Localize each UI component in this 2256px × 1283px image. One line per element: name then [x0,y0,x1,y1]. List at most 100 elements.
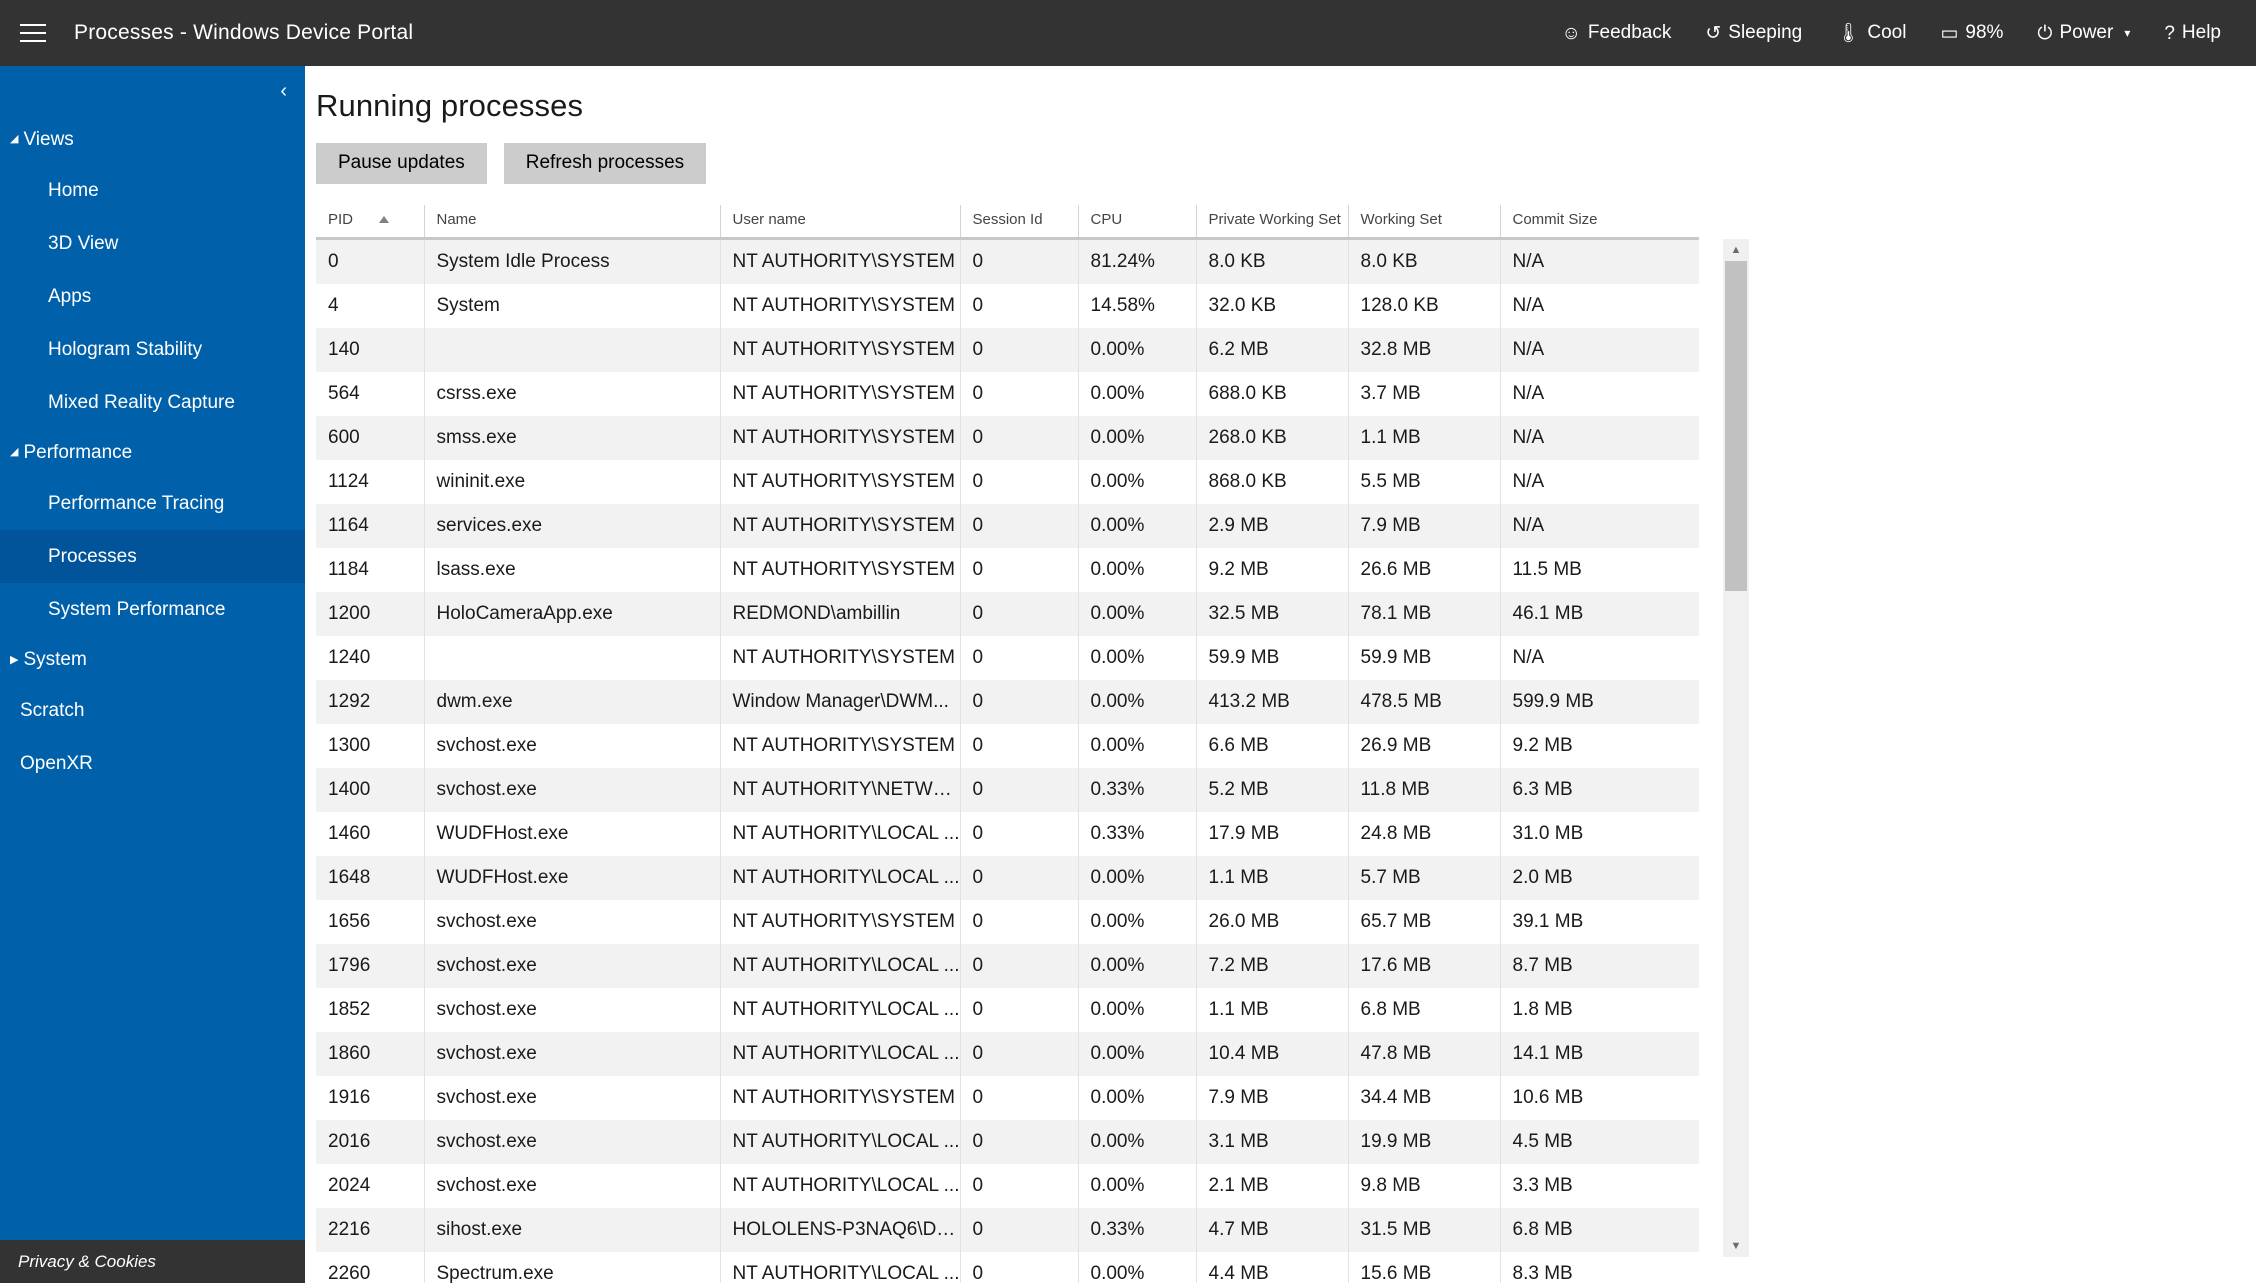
column-header-user-name[interactable]: User name [720,204,961,239]
feedback-label: Feedback [1587,22,1672,43]
table-row[interactable]: 2024 svchost.exe NT AUTHORITY\LOCAL ... 0 0.… [316,1163,1699,1208]
cell-ws: 47.8 MB [1348,1031,1501,1076]
cell-ws: 6.8 MB [1348,987,1501,1032]
battery-label: 98% [1965,22,2004,43]
table-row[interactable]: 1240 NT AUTHORITY\SYSTEM 0 0.00% 59.9 MB 59.9… [316,635,1699,680]
top-app-bar: Processes - Windows Device Portal ☺ Feed… [0,0,2256,66]
cell-user: NT AUTHORITY\SYSTEM [720,723,961,768]
table-row[interactable]: 1184 lsass.exe NT AUTHORITY\SYSTEM 0 0.00% 9.… [316,547,1699,592]
table-vertical-scrollbar[interactable]: ▲ ▼ [1723,238,1749,1257]
table-row[interactable]: 0 System Idle Process NT AUTHORITY\SYSTEM 0… [316,238,1699,284]
cell-pid: 1460 [316,811,425,856]
cell-cpu: 0.00% [1078,327,1197,372]
cell-user: NT AUTHORITY\SYSTEM [720,238,961,284]
scrollbar-thumb[interactable] [1725,260,1747,591]
table-row[interactable]: 600 smss.exe NT AUTHORITY\SYSTEM 0 0.00% 268.… [316,415,1699,460]
temperature-status[interactable]: 🌡 Cool [1819,0,1923,66]
table-row[interactable]: 1648 WUDFHost.exe NT AUTHORITY\LOCAL ... 0 0… [316,855,1699,900]
sidebar-item-openxr[interactable]: OpenXR [0,737,305,790]
table-row[interactable]: 140 NT AUTHORITY\SYSTEM 0 0.00% 6.2 MB 32.8 M… [316,327,1699,372]
refresh-processes-button[interactable]: Refresh processes [503,143,707,184]
sidebar-item-hologram-stability[interactable]: Hologram Stability [0,323,305,376]
cell-ws: 65.7 MB [1348,899,1501,944]
sidebar-item-scratch[interactable]: Scratch [0,684,305,737]
sidebar-item-label: Processes [48,545,137,567]
feedback-button[interactable]: ☺ Feedback [1545,0,1689,66]
column-header-commit-size[interactable]: Commit Size [1500,205,1699,239]
table-row[interactable]: 1292 dwm.exe Window Manager\DWM... 0 0.00% 41… [316,679,1699,724]
table-row[interactable]: 1400 svchost.exe NT AUTHORITY\NETWO... 0 0.3… [316,767,1699,812]
cell-cpu: 0.00% [1078,899,1197,944]
column-header-private-working-set[interactable]: Private Working Set [1196,204,1349,239]
cell-pws: 268.0 KB [1196,415,1349,460]
cell-ws: 1.1 MB [1348,415,1501,460]
table-row[interactable]: 1200 HoloCameraApp.exe REDMOND\ambillin 0 0.… [316,591,1699,636]
table-row[interactable]: 1124 wininit.exe NT AUTHORITY\SYSTEM 0 0.00%… [316,459,1699,504]
sidebar-group-system[interactable]: ▶ System [0,636,305,684]
sidebar-collapse-button[interactable]: ‹ [0,66,305,116]
cell-sess: 0 [960,855,1079,900]
privacy-and-cookies-link[interactable]: Privacy & Cookies [0,1240,305,1283]
sidebar-item-3d-view[interactable]: 3D View [0,217,305,270]
sidebar-item-label: Mixed Reality Capture [48,391,235,413]
cell-pid: 564 [316,371,425,416]
cell-cs: 10.6 MB [1512,1086,1584,1108]
column-header-cpu[interactable]: CPU [1078,204,1197,239]
table-row[interactable]: 4 System NT AUTHORITY\SYSTEM 0 14.58% 32.0 KB… [316,283,1699,328]
cell-cpu: 0.00% [1078,1031,1197,1076]
cell-ws: 478.5 MB [1348,679,1501,724]
sidebar-item-performance-tracing[interactable]: Performance Tracing [0,477,305,530]
scroll-up-arrow-icon[interactable]: ▲ [1723,239,1749,261]
cell-cpu: 0.00% [1078,1163,1197,1208]
sidebar-group-views[interactable]: ◢ Views [0,116,305,164]
sidebar-group-performance[interactable]: ◢ Performance [0,429,305,477]
cell-sess: 0 [960,371,1079,416]
table-row[interactable]: 1852 svchost.exe NT AUTHORITY\LOCAL ... 0 0.… [316,987,1699,1032]
hamburger-menu-icon[interactable] [0,0,66,66]
cell-pws: 1.1 MB [1196,855,1349,900]
column-header-working-set[interactable]: Working Set [1348,204,1501,239]
sleeping-status[interactable]: ↺ Sleeping [1688,0,1819,66]
cell-cpu: 0.00% [1078,1075,1197,1120]
cell-name: svchost.exe [424,1119,721,1164]
cell-cpu: 0.00% [1078,1251,1197,1283]
battery-status[interactable]: ▭ 98% [1923,0,2020,66]
column-header-name[interactable]: Name [424,204,721,239]
help-button[interactable]: ? Help [2147,0,2238,66]
sidebar-group-label: Views [23,129,74,150]
table-row[interactable]: 2216 sihost.exe HOLOLENS-P3NAQ6\De... 0 0.33… [316,1207,1699,1252]
table-row[interactable]: 2260 Spectrum.exe NT AUTHORITY\LOCAL ... 0 0… [316,1251,1699,1283]
cell-user: NT AUTHORITY\LOCAL ... [720,943,961,988]
table-row[interactable]: 1460 WUDFHost.exe NT AUTHORITY\LOCAL ... 0 0… [316,811,1699,856]
sidebar-nav-list: ◢ Views Home 3D View Apps Hologram Stabi… [0,116,305,1240]
column-header-pid[interactable]: PID [316,204,425,239]
sidebar-item-mixed-reality-capture[interactable]: Mixed Reality Capture [0,376,305,429]
power-menu-button[interactable]: ⏻ Power ▾ [2020,0,2147,66]
cell-cs: 2.0 MB [1512,866,1573,888]
column-header-session-id[interactable]: Session Id [960,204,1079,239]
sidebar-item-home[interactable]: Home [0,164,305,217]
table-row[interactable]: 1656 svchost.exe NT AUTHORITY\SYSTEM 0 0.00%… [316,899,1699,944]
table-row[interactable]: 1916 svchost.exe NT AUTHORITY\SYSTEM 0 0.00%… [316,1075,1699,1120]
pause-updates-button[interactable]: Pause updates [316,143,487,184]
table-row[interactable]: 2016 svchost.exe NT AUTHORITY\LOCAL ... 0 0.… [316,1119,1699,1164]
cell-sess: 0 [960,283,1079,328]
cell-ws: 5.7 MB [1348,855,1501,900]
cell-ws: 7.9 MB [1348,503,1501,548]
table-row[interactable]: 1796 svchost.exe NT AUTHORITY\LOCAL ... 0 0.… [316,943,1699,988]
sidebar-item-system-performance[interactable]: System Performance [0,583,305,636]
table-row[interactable]: 1164 services.exe NT AUTHORITY\SYSTEM 0 0.00… [316,503,1699,548]
sidebar-item-processes[interactable]: Processes [0,530,305,583]
table-row[interactable]: 564 csrss.exe NT AUTHORITY\SYSTEM 0 0.00% 688… [316,371,1699,416]
table-row[interactable]: 1860 svchost.exe NT AUTHORITY\LOCAL ... 0 0.… [316,1031,1699,1076]
cell-name: svchost.exe [424,899,721,944]
triangle-right-icon: ▶ [10,653,19,666]
sidebar-item-apps[interactable]: Apps [0,270,305,323]
cell-pws: 3.1 MB [1196,1119,1349,1164]
cell-sess: 0 [960,1075,1079,1120]
cell-pws: 7.2 MB [1196,943,1349,988]
scroll-down-arrow-icon[interactable]: ▼ [1723,1235,1749,1257]
hamburger-line [20,24,46,26]
table-row[interactable]: 1300 svchost.exe NT AUTHORITY\SYSTEM 0 0.00%… [316,723,1699,768]
cell-sess: 0 [960,811,1079,856]
